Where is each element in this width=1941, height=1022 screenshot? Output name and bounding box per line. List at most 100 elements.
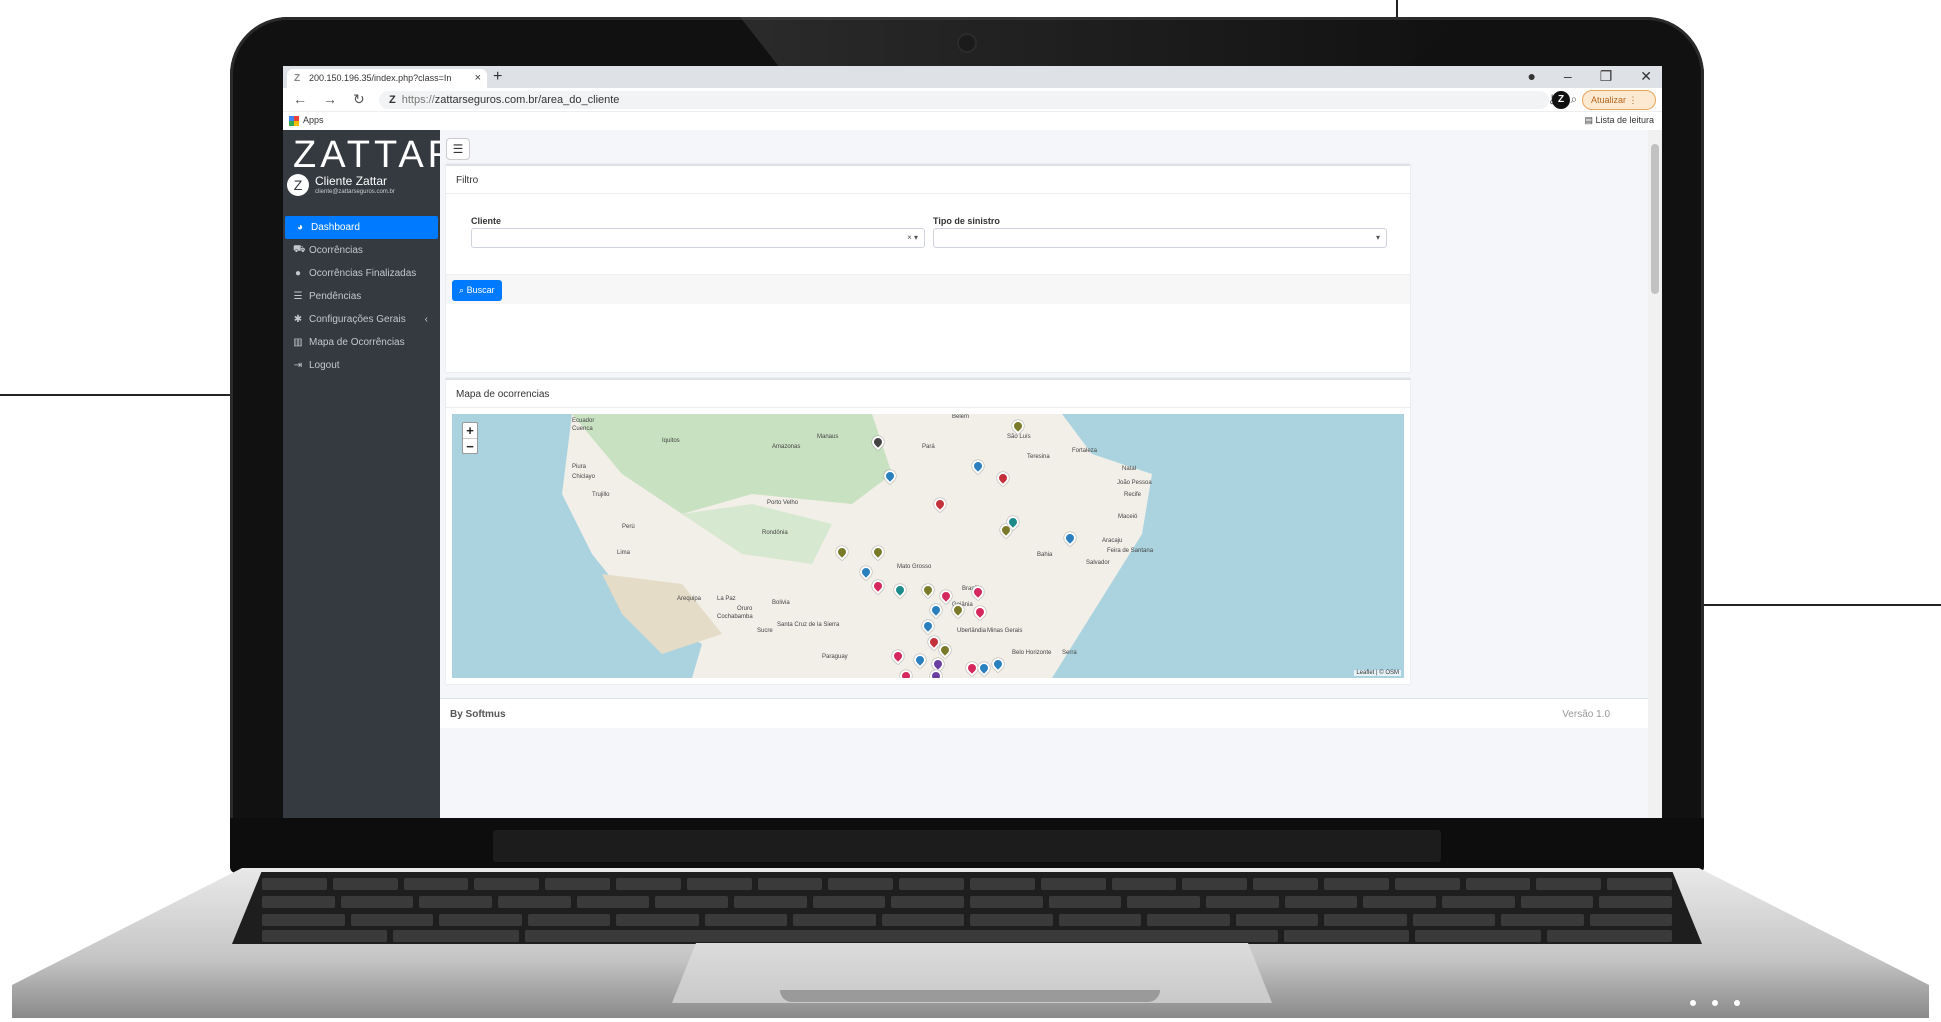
map-place-label: Pará: [922, 444, 935, 450]
cliente-label: Cliente: [471, 216, 502, 226]
address-bar[interactable]: Zhttps://zattarseguros.com.br/area_do_cl…: [379, 91, 1549, 109]
sidebar: ZATTAR Z Cliente Zattar cliente@zattarse…: [283, 130, 455, 818]
sidebar-item-ocorrencias[interactable]: ⛟ Ocorrências: [283, 239, 440, 262]
sidebar-menu: ◕ Dashboard ⛟ Ocorrências ● Ocorrências Fin…: [283, 216, 440, 377]
map-place-label: Minas Gerais: [987, 628, 1023, 634]
back-icon[interactable]: ←: [293, 91, 307, 108]
map-place-label: Rondônia: [762, 530, 788, 536]
map-icon: ▥: [293, 337, 303, 348]
map-place-label: Cochabamba: [717, 614, 753, 620]
page-scrollbar[interactable]: [1648, 130, 1662, 818]
map-place-label: Belo Horizonte: [1012, 650, 1052, 656]
map-card: Mapa de ocorrencias Ecuador Cuenca Iquitos…: [446, 378, 1410, 684]
apps-label: Apps: [303, 115, 324, 125]
sidebar-item-pendencias[interactable]: ☰ Pendências: [283, 285, 440, 308]
map-place-label: Oruro: [737, 606, 753, 612]
new-tab-icon[interactable]: +: [493, 68, 502, 86]
map-place-label: Amazonas: [772, 444, 801, 450]
apps-bookmark[interactable]: Apps: [289, 115, 324, 126]
reload-icon[interactable]: ↻: [353, 91, 365, 108]
map-place-label: Sucre: [757, 628, 773, 634]
map-place-label: Recife: [1124, 492, 1142, 498]
map-place-label: Manaus: [817, 434, 839, 440]
zoom-search-icon[interactable]: ⌕: [1571, 92, 1578, 107]
user-name: Cliente Zattar: [315, 174, 388, 188]
filter-card: Filtro Cliente × ▾ Tipo de sinistro ▾ ⌕ …: [446, 164, 1410, 372]
map-place-label: Paraguay: [822, 654, 848, 660]
close-window-icon[interactable]: ✕: [1640, 68, 1652, 85]
reading-list-button[interactable]: ▤ Lista de leitura: [1584, 115, 1654, 126]
camera-icon: [959, 35, 975, 51]
zoom-out-button[interactable]: −: [463, 439, 477, 455]
browser-tab[interactable]: Z 200.150.196.35/index.php?class=In ×: [287, 69, 487, 88]
cliente-select[interactable]: × ▾: [471, 228, 925, 248]
bookmarks-bar: Apps ▤ Lista de leitura: [283, 112, 1662, 130]
brand-logo[interactable]: ZATTAR: [293, 134, 459, 177]
update-button[interactable]: Atualizar ⋮: [1582, 90, 1656, 110]
apps-grid-icon: [289, 115, 299, 126]
sidebar-item-label: Ocorrências: [309, 245, 363, 256]
map-place-label: Uberlândia: [957, 628, 987, 634]
map-place-label: Arequipa: [677, 596, 702, 602]
logout-icon: ⇥: [293, 360, 303, 371]
maximize-icon[interactable]: ❐: [1600, 68, 1613, 85]
buscar-label: Buscar: [466, 285, 495, 295]
search-icon: ⌕: [459, 285, 465, 295]
tipo-sinistro-select[interactable]: ▾: [933, 228, 1387, 248]
footer-credit: By Softmus: [450, 709, 506, 720]
map-place-label: La Paz: [717, 596, 736, 602]
circle-icon: ●: [294, 268, 302, 279]
sidebar-item-configuracoes[interactable]: ✱ Configurações Gerais ‹: [283, 308, 440, 331]
minimize-icon[interactable]: –: [1564, 68, 1572, 85]
map-place-label: Aracaju: [1102, 538, 1123, 544]
sidebar-item-label: Mapa de Ocorrências: [309, 337, 405, 348]
sidebar-item-logout[interactable]: ⇥ Logout: [283, 354, 440, 377]
decorative-dots: [1690, 1000, 1740, 1006]
nav-buttons: ← → ↻: [293, 91, 365, 108]
map-place-label: Perú: [622, 524, 635, 530]
map-attribution[interactable]: Leaflet | © OSM: [1354, 670, 1401, 676]
map-place-label: Natal: [1122, 466, 1137, 472]
occurrences-map[interactable]: Ecuador Cuenca Iquitos Manaus Belém São Luís T…: [452, 414, 1404, 678]
zoom-in-button[interactable]: +: [463, 423, 477, 439]
keyboard: [232, 872, 1702, 944]
scrollbar-thumb[interactable]: [1651, 144, 1659, 294]
sidebar-item-ocorrencias-finalizadas[interactable]: ● Ocorrências Finalizadas: [283, 262, 440, 285]
page-footer: By Softmus Versão 1.0: [440, 698, 1648, 728]
sidebar-item-mapa[interactable]: ▥ Mapa de Ocorrências: [283, 331, 440, 354]
chart-pie-icon: ◕: [296, 222, 304, 233]
close-tab-icon[interactable]: ×: [475, 72, 481, 84]
map-place-label: Maceió: [1118, 514, 1138, 520]
map-place-label: Chiclayo: [572, 474, 596, 480]
sidebar-item-dashboard[interactable]: ◕ Dashboard: [285, 216, 438, 239]
sidebar-item-label: Configurações Gerais: [309, 314, 406, 325]
record-icon[interactable]: ●: [1527, 68, 1535, 85]
browser-tabbar: Z 200.150.196.35/index.php?class=In × + …: [283, 66, 1662, 88]
buscar-button[interactable]: ⌕ Buscar: [452, 280, 502, 301]
map-place-label: João Pessoa: [1117, 480, 1152, 486]
laptop-mockup: Z 200.150.196.35/index.php?class=In × + …: [0, 0, 1941, 1022]
forward-icon[interactable]: →: [323, 91, 337, 108]
url-text: zattarseguros.com.br/area_do_cliente: [434, 94, 620, 106]
profile-avatar[interactable]: Z: [1552, 91, 1570, 109]
list-icon: ☰: [293, 291, 303, 302]
map-zoom-control: + −: [462, 422, 478, 454]
map-place-label: Teresina: [1027, 454, 1050, 460]
clear-select-icon[interactable]: × ▾: [907, 233, 918, 242]
window-controls: ● – ❐ ✕: [1527, 68, 1652, 85]
sidebar-item-label: Ocorrências Finalizadas: [309, 268, 417, 279]
hamburger-menu-button[interactable]: ☰: [446, 138, 470, 160]
footer-version: Versão 1.0: [1562, 709, 1610, 720]
map-place-label: Feira de Santana: [1107, 548, 1154, 554]
filter-card-title: Filtro: [446, 166, 1410, 194]
user-panel[interactable]: Z Cliente Zattar cliente@zattarseguros.c…: [287, 174, 437, 200]
chevron-down-icon: ▾: [1375, 233, 1380, 242]
main-content: ☰ Filtro Cliente × ▾ Tipo de sinistro ▾ …: [440, 130, 1648, 818]
map-place-label: São Luís: [1007, 434, 1031, 440]
map-place-label: Fortaleza: [1072, 448, 1098, 454]
sidebar-item-label: Pendências: [309, 291, 362, 302]
decorative-line-left: [0, 394, 232, 396]
car-icon: ⛟: [293, 244, 306, 255]
map-place-label: Ecuador: [572, 418, 595, 424]
chevron-left-icon: ‹: [424, 314, 428, 325]
